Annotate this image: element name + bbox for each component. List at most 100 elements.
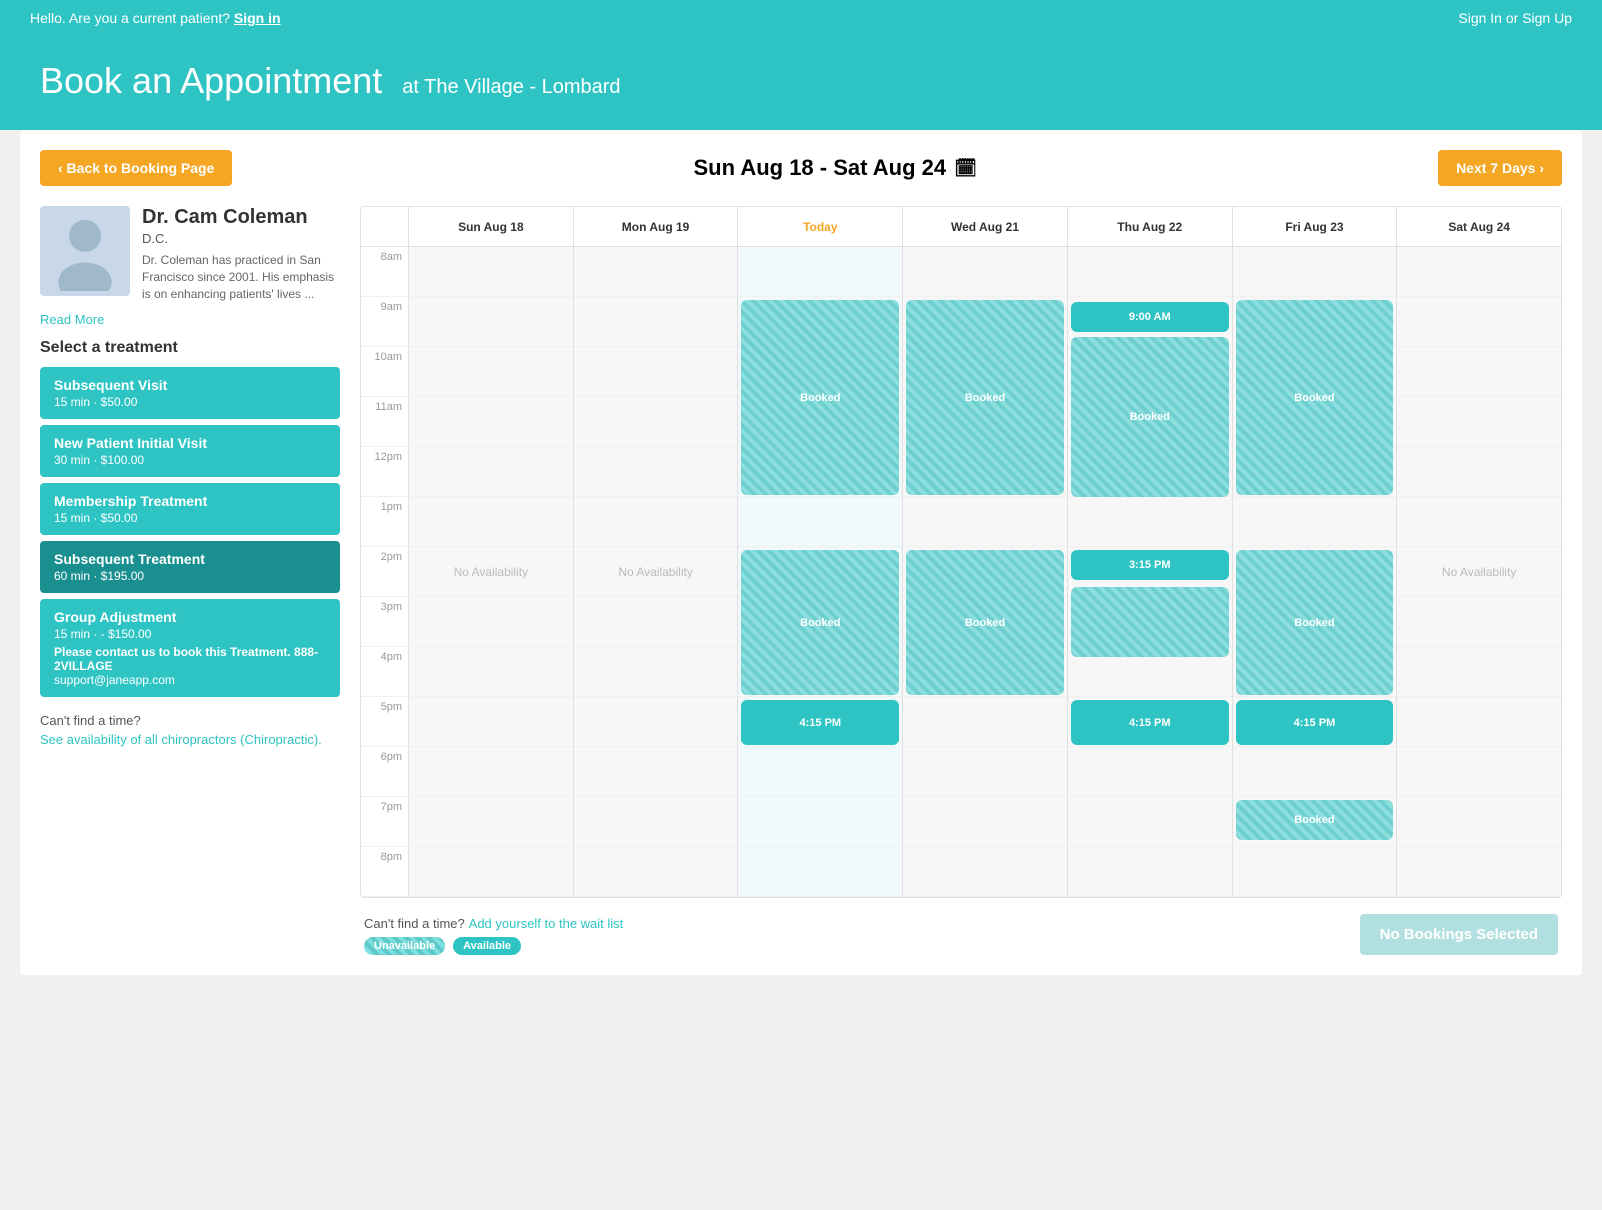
time-11am: 11am — [361, 397, 408, 447]
slot-fri-booked-7pm[interactable]: Booked — [1236, 800, 1394, 840]
top-bar: Hello. Are you a current patient? Sign i… — [0, 0, 1602, 36]
hour-row — [1397, 397, 1561, 447]
time-col-header — [361, 207, 408, 247]
slot-thu-booked-afternoon2[interactable] — [1071, 587, 1229, 657]
hour-row — [1397, 247, 1561, 297]
hour-row — [1068, 797, 1232, 847]
hour-row — [574, 297, 738, 347]
hour-row — [409, 297, 573, 347]
day-sun-aug18: Sun Aug 18 — [409, 207, 574, 897]
day-header-fri: Fri Aug 23 — [1233, 207, 1397, 247]
slot-fri-booked-morning[interactable]: Booked — [1236, 300, 1394, 495]
calendar-area: 8am 9am 10am 11am 12pm 1pm 2pm 3pm 4pm 5… — [360, 206, 1562, 955]
layout: Dr. Cam Coleman D.C. Dr. Coleman has pra… — [40, 206, 1562, 955]
slot-thu-415pm[interactable]: 4:15 PM — [1071, 700, 1229, 745]
provider-bio: Dr. Coleman has practiced in San Francis… — [142, 252, 340, 302]
treatment-item-new-patient[interactable]: New Patient Initial Visit 30 min · $100.… — [40, 425, 340, 477]
day-thu-aug22: Thu Aug 22 — [1068, 207, 1233, 897]
no-bookings-button[interactable]: No Bookings Selected — [1360, 914, 1558, 955]
read-more-link[interactable]: Read More — [40, 312, 340, 327]
hour-row — [409, 397, 573, 447]
treatment-item-group-adjustment[interactable]: Group Adjustment 15 min · - $150.00 Plea… — [40, 599, 340, 697]
hour-row — [574, 447, 738, 497]
treatment-item-subsequent-visit[interactable]: Subsequent Visit 15 min · $50.00 — [40, 367, 340, 419]
slot-fri-415pm[interactable]: 4:15 PM — [1236, 700, 1394, 745]
treatment-name: Subsequent Treatment — [54, 551, 326, 567]
next-7-days-button[interactable]: Next 7 Days › — [1438, 150, 1562, 186]
legend: Unavailable Available — [364, 937, 623, 955]
slot-fri-booked-afternoon[interactable]: Booked — [1236, 550, 1394, 695]
hour-row — [409, 697, 573, 747]
slot-thu-booked-morning[interactable]: Booked — [1071, 337, 1229, 497]
hour-row — [1397, 597, 1561, 647]
day-mon-aug19: Mon Aug 19 — [574, 207, 739, 897]
see-availability-link[interactable]: See availability of all chiropractors (C… — [40, 732, 340, 747]
hour-row — [574, 497, 738, 547]
day-header-today: Today — [738, 207, 902, 247]
treatment-detail: 15 min · $50.00 — [54, 511, 326, 525]
hour-row — [1397, 797, 1561, 847]
hour-row — [574, 597, 738, 647]
provider-card: Dr. Cam Coleman D.C. Dr. Coleman has pra… — [40, 206, 340, 302]
hour-row — [574, 547, 738, 597]
hour-row — [1233, 247, 1397, 297]
hour-row — [738, 847, 902, 897]
hour-row — [574, 847, 738, 897]
hour-row — [574, 397, 738, 447]
page-title-main: Book an Appointment — [40, 60, 382, 101]
treatment-item-membership[interactable]: Membership Treatment 15 min · $50.00 — [40, 483, 340, 535]
time-6pm: 6pm — [361, 747, 408, 797]
hour-row — [1397, 697, 1561, 747]
hour-row — [1397, 497, 1561, 547]
treatment-name: New Patient Initial Visit — [54, 435, 326, 451]
treatment-detail: 60 min · $195.00 — [54, 569, 326, 583]
slot-today-booked-afternoon[interactable]: Booked — [741, 550, 899, 695]
calendar-icon: 🗓 — [954, 158, 977, 179]
hour-row — [1397, 547, 1561, 597]
slot-thu-315pm[interactable]: 3:15 PM — [1071, 550, 1229, 580]
sidebar: Dr. Cam Coleman D.C. Dr. Coleman has pra… — [40, 206, 340, 955]
slot-today-415pm[interactable]: 4:15 PM — [741, 700, 899, 745]
slot-wed-booked-afternoon[interactable]: Booked — [906, 550, 1064, 695]
hour-row — [574, 647, 738, 697]
treatment-contact: Please contact us to book this Treatment… — [54, 645, 326, 673]
hour-row — [1397, 447, 1561, 497]
calendar-wrapper: 8am 9am 10am 11am 12pm 1pm 2pm 3pm 4pm 5… — [360, 206, 1562, 898]
hour-row — [409, 747, 573, 797]
hour-row — [409, 647, 573, 697]
treatment-item-subsequent-treatment[interactable]: Subsequent Treatment 60 min · $195.00 — [40, 541, 340, 593]
slot-thu-9am[interactable]: 9:00 AM — [1071, 302, 1229, 332]
wait-list-link[interactable]: Add yourself to the wait list — [469, 916, 624, 931]
hour-row — [574, 747, 738, 797]
day-body-wed: Booked Booked — [903, 247, 1067, 897]
hour-row — [1397, 847, 1561, 897]
slot-wed-booked-morning[interactable]: Booked — [906, 300, 1064, 495]
time-12pm: 12pm — [361, 447, 408, 497]
day-header-sun: Sun Aug 18 — [409, 207, 573, 247]
day-fri-aug23: Fri Aug 23 — [1233, 207, 1398, 897]
greeting-text: Hello. Are you a current patient? Sign i… — [30, 10, 281, 26]
time-1pm: 1pm — [361, 497, 408, 547]
hour-row — [1233, 747, 1397, 797]
provider-photo — [40, 206, 130, 296]
sign-in-link[interactable]: Sign in — [234, 10, 281, 26]
cant-find-row: Can't find a time? Add yourself to the w… — [364, 915, 623, 931]
hour-row — [738, 797, 902, 847]
hour-row — [903, 247, 1067, 297]
hour-row — [738, 497, 902, 547]
hour-row — [1233, 847, 1397, 897]
hour-row — [903, 847, 1067, 897]
main-content: ‹ Back to Booking Page Sun Aug 18 - Sat … — [20, 130, 1582, 975]
hour-row — [409, 847, 573, 897]
hour-row — [1068, 497, 1232, 547]
hour-row — [409, 247, 573, 297]
top-right-link[interactable]: Sign In or Sign Up — [1458, 10, 1572, 26]
hour-row — [738, 247, 902, 297]
date-range-label: Sun Aug 18 - Sat Aug 24 — [693, 155, 946, 181]
day-header-thu: Thu Aug 22 — [1068, 207, 1232, 247]
slot-today-booked-morning[interactable]: Booked — [741, 300, 899, 495]
time-7pm: 7pm — [361, 797, 408, 847]
back-to-booking-button[interactable]: ‹ Back to Booking Page — [40, 150, 232, 186]
day-wed-aug21: Wed Aug 21 — [903, 207, 1068, 897]
provider-info: Dr. Cam Coleman D.C. Dr. Coleman has pra… — [142, 206, 340, 302]
